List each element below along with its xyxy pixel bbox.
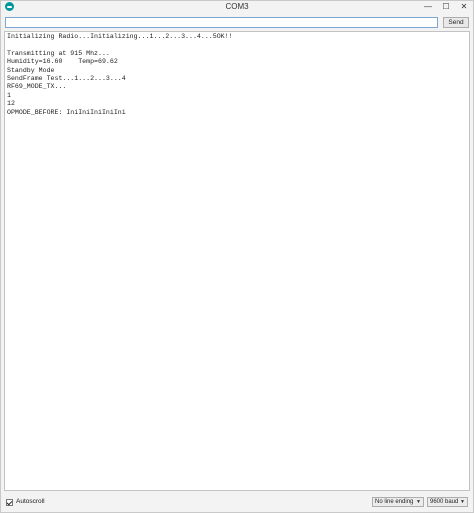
serial-monitor-window: COM3 — ☐ ✕ Send Initializing Radio...Ini… [0, 0, 474, 513]
autoscroll-toggle[interactable]: Autoscroll [6, 498, 45, 506]
baud-rate-select[interactable]: 9600 baud ▼ [427, 497, 468, 507]
send-button[interactable]: Send [443, 17, 469, 28]
output-line: 12 [7, 100, 15, 108]
line-ending-value: No line ending [375, 499, 414, 505]
output-line: Humidity=16.60 Temp=69.62 [7, 58, 118, 66]
autoscroll-checkbox[interactable] [6, 498, 13, 506]
output-line: SendFrame Test...1...2...3...4 [7, 74, 126, 82]
output-lines: Initializing Radio...Initializing...1...… [6, 33, 233, 117]
title-bar: COM3 — ☐ ✕ [1, 1, 473, 13]
serial-output[interactable]: Initializing Radio...Initializing...1...… [4, 31, 470, 491]
line-ending-select[interactable]: No line ending ▼ [372, 497, 424, 507]
output-line: Standby Mode [7, 66, 55, 74]
send-row: Send [5, 17, 469, 29]
output-line: Initializing Radio...Initializing...1...… [7, 33, 233, 40]
close-button[interactable]: ✕ [455, 1, 473, 13]
output-line: 1 [7, 91, 11, 99]
serial-input[interactable] [5, 17, 438, 28]
minimize-button[interactable]: — [419, 1, 437, 13]
baud-rate-value: 9600 baud [430, 499, 459, 505]
autoscroll-label: Autoscroll [16, 498, 45, 505]
arduino-icon [5, 2, 14, 11]
maximize-button[interactable]: ☐ [437, 1, 455, 13]
output-line: RF69_MODE_TX... [7, 83, 67, 91]
output-line: OPMODE_BEFORE: IniIniIniIniIni [7, 108, 126, 116]
status-bar: Autoscroll No line ending ▼ 9600 baud ▼ [4, 495, 470, 509]
chevron-down-icon: ▼ [460, 499, 465, 505]
window-title: COM3 [225, 2, 249, 11]
chevron-down-icon: ▼ [416, 499, 421, 505]
output-line: Transmitting at 915 Mhz... [7, 49, 110, 57]
